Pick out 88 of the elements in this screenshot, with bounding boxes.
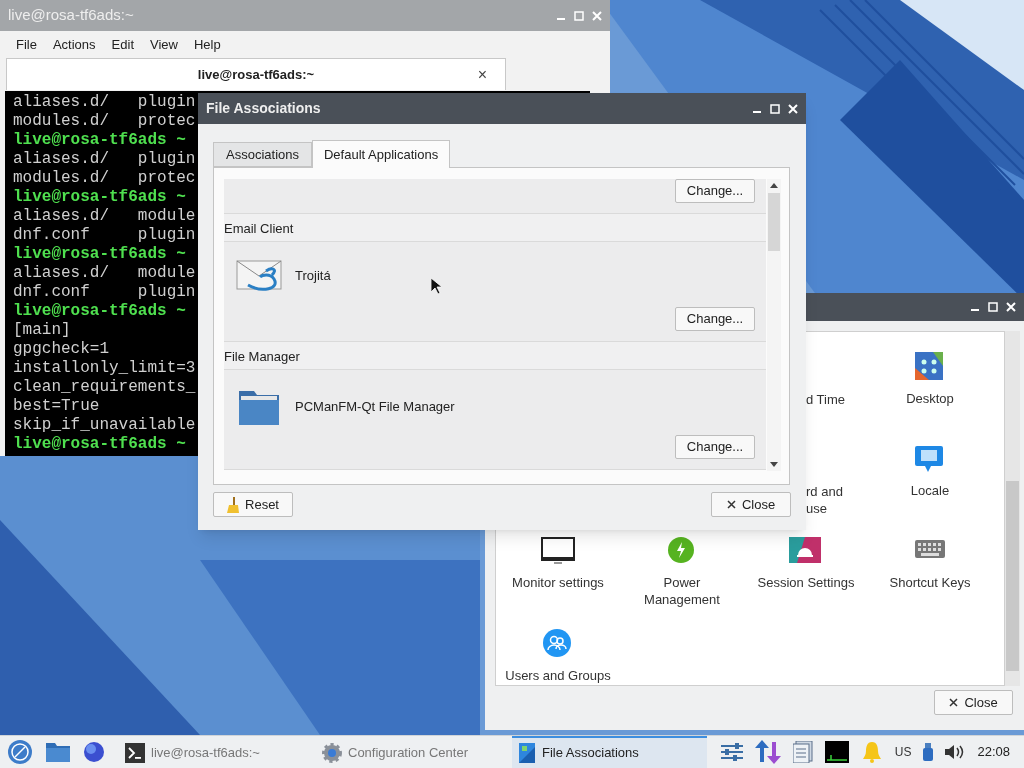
tab-close-button[interactable]: ×	[477, 62, 487, 87]
close-button[interactable]: Close	[711, 492, 791, 517]
close-icon[interactable]	[1006, 302, 1016, 312]
prompt-line: live@rosa-tf6ads ~	[13, 188, 186, 207]
prompt-line: live@rosa-tf6ads ~	[13, 435, 186, 454]
app-name: PCManFM-Qt File Manager	[295, 398, 455, 417]
output-line: clean_requirements_	[13, 378, 196, 397]
scrollbar-thumb[interactable]	[768, 193, 780, 251]
taskbar-button[interactable]: live@rosa-tf6ads:~	[119, 735, 316, 768]
monitor-icon[interactable]	[541, 536, 575, 566]
scrollbar[interactable]	[767, 179, 781, 471]
output-line: dnf.conf plugin	[13, 226, 196, 245]
close-icon[interactable]	[788, 103, 798, 114]
prompt-line: live@rosa-tf6ads ~	[13, 131, 186, 150]
broom-icon	[227, 496, 239, 513]
tab[interactable]: Default Applications	[312, 140, 451, 168]
menu-item[interactable]: View	[150, 34, 178, 55]
lightning-icon[interactable]	[667, 536, 697, 566]
settings-item-label[interactable]: Session Settings	[753, 574, 859, 591]
settings-item-label[interactable]: Shortcut Keys	[885, 574, 975, 591]
keyboard-layout-indicator[interactable]: US	[894, 743, 912, 761]
people-icon[interactable]	[543, 629, 573, 659]
reset-button[interactable]: Reset	[213, 492, 293, 517]
speech-bubble-icon[interactable]	[915, 444, 945, 474]
folder-icon[interactable]	[45, 741, 71, 763]
bell-icon[interactable]	[789, 536, 823, 566]
taskbar-button[interactable]: File Associations	[512, 735, 707, 768]
maximize-icon[interactable]	[770, 103, 780, 114]
tiles-icon[interactable]	[915, 352, 945, 382]
envelope-icon	[236, 259, 283, 293]
close-button[interactable]: Close	[934, 690, 1013, 715]
output-line: installonly_limit=3	[13, 359, 196, 378]
menu-item[interactable]: File	[16, 34, 37, 55]
output-line: aliases.d/ module	[13, 207, 196, 226]
scrollbar-thumb[interactable]	[1006, 481, 1019, 671]
change-button[interactable]: Change...	[675, 435, 755, 459]
close-icon	[726, 500, 736, 509]
scroll-up-icon[interactable]	[770, 183, 778, 188]
output-line: dnf.conf plugin	[13, 283, 196, 302]
taskbar-button[interactable]: Configuration Center	[316, 735, 512, 768]
section-heading: File Manager	[224, 342, 766, 369]
output-line: aliases.d/ module	[13, 264, 196, 283]
system-monitor-icon[interactable]	[824, 741, 849, 763]
app-name: Trojitá	[295, 267, 331, 286]
menu-item[interactable]: Edit	[111, 34, 134, 55]
usb-icon[interactable]	[923, 743, 934, 761]
section-heading: Email Client	[224, 214, 766, 241]
settings-item-label[interactable]: Locale	[906, 482, 954, 499]
scrollbar[interactable]	[1005, 331, 1020, 686]
settings-item-label[interactable]: Power Management	[620, 574, 744, 608]
close-icon	[949, 698, 959, 707]
transfer-arrows-icon[interactable]	[754, 740, 781, 764]
terminal-tab[interactable]: live@rosa-tf6ads:~ ×	[6, 58, 506, 90]
prompt-line: live@rosa-tf6ads ~	[13, 245, 186, 264]
settings-item-label[interactable]: Users and Groups	[501, 667, 615, 684]
settings-item-label[interactable]: Desktop	[902, 390, 958, 407]
gear-icon	[322, 743, 342, 763]
mouse-pointer-icon	[431, 278, 441, 294]
settings-item-label[interactable]: rd and use	[806, 483, 856, 517]
output-line: modules.d/ protec	[13, 112, 196, 131]
output-line: [main]	[13, 321, 71, 340]
scroll-down-icon[interactable]	[770, 462, 778, 467]
settings-item-label[interactable]: Monitor settings	[508, 574, 608, 591]
prompt-line: live@rosa-tf6ads ~	[13, 302, 186, 321]
output-line: skip_if_unavailable	[13, 416, 196, 435]
notes-icon[interactable]	[792, 741, 813, 763]
menu-item[interactable]: Actions	[52, 34, 96, 55]
menu-item[interactable]: Help	[193, 34, 221, 55]
output-line: aliases.d/ plugin	[13, 150, 196, 169]
output-line: best=True	[13, 397, 100, 416]
change-button[interactable]: Change...	[675, 307, 755, 331]
window-title: File Associations	[206, 99, 321, 118]
output-line: gpgcheck=1	[13, 340, 109, 359]
app-menu-icon[interactable]	[7, 739, 33, 765]
tab[interactable]: Associations	[213, 142, 312, 167]
sliders-icon[interactable]	[720, 742, 743, 762]
terminal-icon	[125, 743, 145, 763]
maximize-icon[interactable]	[988, 302, 998, 312]
volume-icon[interactable]	[945, 744, 966, 760]
tab-label: live@rosa-tf6ads:~	[197, 65, 315, 84]
output-line: aliases.d/ plugin	[13, 93, 196, 112]
globe-icon[interactable]	[83, 741, 105, 763]
settings-item-label[interactable]: d Time	[806, 391, 856, 408]
document-icon	[518, 743, 536, 763]
clock[interactable]: 22:08	[977, 742, 1010, 762]
output-line: modules.d/ protec	[13, 169, 196, 188]
window-title: live@rosa-tf6ads:~	[8, 5, 134, 26]
change-button[interactable]: Change...	[675, 179, 755, 203]
